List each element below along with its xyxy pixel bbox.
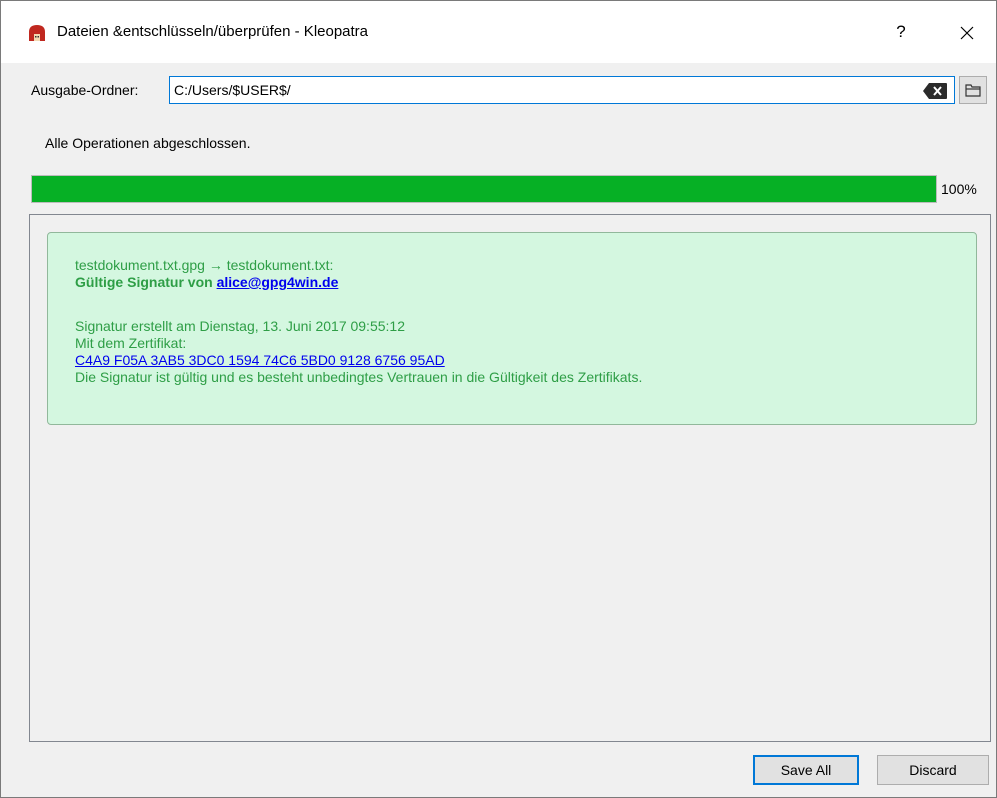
signer-link[interactable]: alice@gpg4win.de: [217, 274, 339, 290]
output-folder-label: Ausgabe-Ordner:: [31, 82, 139, 98]
clear-input-icon[interactable]: [922, 82, 948, 100]
close-button[interactable]: [945, 15, 989, 49]
folder-icon: [965, 84, 981, 97]
result-card: testdokument.txt.gpg → testdokument.txt:…: [47, 232, 977, 425]
results-list[interactable]: testdokument.txt.gpg → testdokument.txt:…: [29, 214, 991, 742]
status-text: Alle Operationen abgeschlossen.: [45, 135, 251, 151]
progress-bar: [31, 175, 937, 203]
help-button[interactable]: ?: [881, 15, 921, 49]
browse-folder-button[interactable]: [959, 76, 987, 104]
result-created-line: Signatur erstellt am Dienstag, 13. Juni …: [75, 318, 405, 334]
window-title: Dateien &entschlüsseln/überprüfen - Kleo…: [57, 23, 369, 40]
result-file-line: testdokument.txt.gpg → testdokument.txt:: [75, 257, 334, 273]
discard-button[interactable]: Discard: [877, 755, 989, 785]
output-folder-field[interactable]: [169, 76, 955, 104]
output-folder-input[interactable]: [174, 80, 914, 100]
save-all-button[interactable]: Save All: [753, 755, 859, 785]
title-bar: Dateien &entschlüsseln/überprüfen - Kleo…: [1, 1, 996, 63]
result-signature-line: Gültige Signatur von alice@gpg4win.de: [75, 274, 338, 291]
dialog-window: Dateien &entschlüsseln/überprüfen - Kleo…: [0, 0, 997, 798]
signature-prefix: Gültige Signatur von: [75, 274, 217, 290]
progress-bar-fill: [32, 176, 936, 202]
fingerprint-link[interactable]: C4A9 F05A 3AB5 3DC0 1594 74C6 5BD0 9128 …: [75, 352, 445, 368]
result-cert-label: Mit dem Zertifikat:: [75, 335, 187, 351]
kleopatra-app-icon: [29, 25, 45, 41]
close-icon: [960, 26, 974, 40]
result-fingerprint-line: C4A9 F05A 3AB5 3DC0 1594 74C6 5BD0 9128 …: [75, 352, 445, 369]
result-validity-line: Die Signatur ist gültig und es besteht u…: [75, 369, 643, 385]
progress-percent-label: 100%: [941, 181, 977, 197]
